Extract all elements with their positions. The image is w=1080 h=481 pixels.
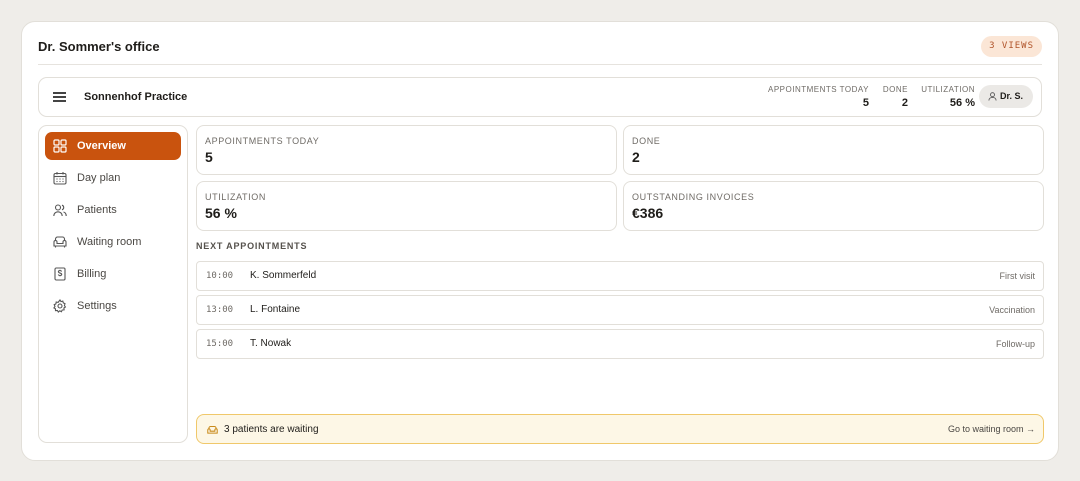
stat-label: UTILIZATION	[921, 85, 975, 94]
stat-value: 56 %	[949, 97, 975, 109]
appointment-type: First visit	[999, 271, 1036, 281]
section-title-next-appointments: NEXT APPOINTMENTS	[196, 241, 308, 251]
kpi-value: €386	[632, 205, 664, 221]
sidebar-item-settings[interactable]: Settings	[45, 292, 181, 320]
stat-value: 2	[901, 97, 908, 109]
office-card: Dr. Sommer's office 3 VIEWS Sonnenhof Pr…	[21, 21, 1059, 461]
appointment-type: Vaccination	[989, 305, 1035, 315]
kpi-value: 56 %	[205, 205, 237, 221]
user-name: Dr. S.	[1000, 91, 1024, 101]
kpi-card-utilization: UTILIZATION 56 %	[196, 181, 617, 231]
appointment-time: 10:00	[206, 271, 234, 281]
sidebar-item-overview[interactable]: Overview	[45, 132, 181, 160]
stat-appointments-today: APPOINTMENTS TODAY 5	[768, 85, 869, 109]
sidebar: Overview Day plan Patients Waiting room	[38, 125, 188, 443]
stat-label: APPOINTMENTS TODAY	[767, 85, 869, 94]
appointment-time: 15:00	[206, 339, 234, 349]
kpi-label: APPOINTMENTS TODAY	[205, 136, 320, 146]
sidebar-item-patients[interactable]: Patients	[45, 196, 181, 224]
grid-icon	[53, 139, 67, 153]
kpi-value: 5	[205, 149, 213, 165]
calendar-icon	[53, 172, 67, 185]
sidebar-item-label: Settings	[77, 300, 117, 312]
kpi-label: UTILIZATION	[205, 192, 266, 202]
appointment-type: Follow-up	[995, 339, 1035, 349]
appointment-row[interactable]: 13:00 L. Fontaine Vaccination	[196, 295, 1044, 325]
kpi-card-outstanding-invoices: OUTSTANDING INVOICES €386	[623, 181, 1044, 231]
views-badge: 3 VIEWS	[981, 36, 1042, 57]
hamburger-menu-icon[interactable]	[53, 90, 67, 104]
kpi-label: DONE	[632, 136, 661, 146]
top-bar: Sonnenhof Practice APPOINTMENTS TODAY 5 …	[38, 77, 1042, 117]
stat-label: DONE	[882, 85, 908, 94]
stat-utilization: UTILIZATION 56 %	[921, 85, 975, 109]
gear-icon	[53, 299, 67, 313]
sidebar-item-label: Day plan	[77, 172, 121, 184]
appointment-patient: K. Sommerfeld	[250, 270, 317, 281]
user-icon	[988, 92, 997, 101]
waiting-message: 3 patients are waiting	[224, 424, 319, 435]
appointment-patient: T. Nowak	[250, 338, 292, 349]
sofa-icon	[53, 236, 67, 248]
practice-name: Sonnenhof Practice	[84, 91, 188, 103]
kpi-value: 2	[632, 149, 640, 165]
sidebar-item-waiting-room[interactable]: Waiting room	[45, 228, 181, 256]
stat-done: DONE 2	[883, 85, 908, 109]
stat-value: 5	[862, 97, 869, 109]
sidebar-item-billing[interactable]: Billing	[45, 260, 181, 288]
waiting-alert: 3 patients are waiting Go to waiting roo…	[196, 414, 1044, 444]
sidebar-item-label: Waiting room	[77, 236, 142, 248]
main-content: APPOINTMENTS TODAY 5 DONE 2 UTILIZATION …	[196, 125, 1044, 444]
users-icon	[53, 204, 67, 217]
appointment-row[interactable]: 10:00 K. Sommerfeld First visit	[196, 261, 1044, 291]
sidebar-item-label: Billing	[77, 268, 107, 280]
appointment-patient: L. Fontaine	[250, 304, 301, 315]
go-to-waiting-room-link[interactable]: Go to waiting room →	[948, 424, 1035, 434]
sidebar-item-label: Overview	[77, 140, 126, 152]
card-header: Dr. Sommer's office 3 VIEWS	[38, 22, 1042, 65]
sofa-icon	[207, 425, 218, 434]
appointment-row[interactable]: 15:00 T. Nowak Follow-up	[196, 329, 1044, 359]
invoice-icon	[54, 267, 66, 281]
appointment-time: 13:00	[206, 305, 234, 315]
page-title: Dr. Sommer's office	[38, 39, 160, 54]
kpi-label: OUTSTANDING INVOICES	[632, 192, 755, 202]
kpi-card-appointments-today: APPOINTMENTS TODAY 5	[196, 125, 617, 175]
sidebar-item-label: Patients	[77, 204, 117, 216]
user-menu-button[interactable]: Dr. S.	[979, 85, 1033, 108]
sidebar-item-day-plan[interactable]: Day plan	[45, 164, 181, 192]
kpi-card-done: DONE 2	[623, 125, 1044, 175]
